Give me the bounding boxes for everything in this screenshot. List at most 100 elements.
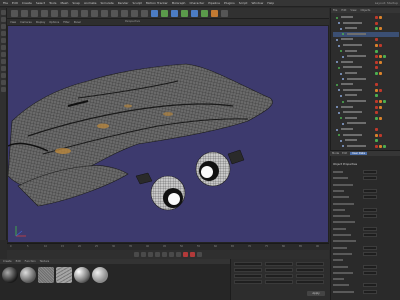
object-row[interactable] [333,60,399,65]
layout-selector[interactable]: Layout: Startup [375,1,398,5]
array-icon[interactable] [181,9,188,17]
object-tag-icon[interactable] [375,111,378,115]
object-tag-icon[interactable] [375,49,378,53]
edges-mode-icon[interactable] [1,45,6,50]
object-tag-icon[interactable] [375,55,378,59]
object-tag-icon[interactable] [379,44,382,47]
viewport-menu-view[interactable]: View [10,21,16,24]
menu-window[interactable]: Window [251,1,263,5]
object-row[interactable] [333,82,399,87]
viewport-menu-filter[interactable]: Filter [63,21,69,24]
lock-workplane-icon[interactable] [1,80,6,85]
object-row[interactable] [333,15,399,20]
previous-frame-icon[interactable] [148,252,153,257]
object-tag-icon[interactable] [375,100,378,103]
attr-tab-mode[interactable]: Mode [332,152,339,155]
object-menu-objects[interactable]: Objects [361,9,371,12]
next-frame-icon[interactable] [162,252,167,257]
size-y-field[interactable] [265,274,293,278]
menu-create[interactable]: Create [22,1,32,5]
object-tag-icon[interactable] [375,128,378,131]
object-row[interactable] [333,93,399,98]
position-x-field[interactable] [234,268,262,272]
menu-simulate[interactable]: Simulate [101,1,114,5]
menu-render[interactable]: Render [118,1,129,5]
menu-mesh[interactable]: Mesh [60,1,68,5]
snap-icon[interactable] [1,73,6,78]
object-row[interactable] [333,121,399,126]
rotation-b-field[interactable] [296,280,324,284]
object-tag-icon[interactable] [375,60,378,64]
attr-tab-user-data[interactable]: User Data [350,152,368,155]
live-selection-icon[interactable] [31,9,38,17]
pen-icon[interactable] [161,9,168,17]
material-swatch[interactable] [2,267,18,283]
menu-mograph[interactable]: MoGraph [172,1,186,5]
attribute-value-field[interactable] [363,289,377,294]
object-tag-icon[interactable] [375,44,378,47]
make-editable-icon[interactable] [1,10,6,15]
model-mode-icon[interactable] [1,17,6,22]
object-tag-icon[interactable] [379,72,382,75]
eye-object-right[interactable] [195,149,245,187]
object-tag-icon[interactable] [375,133,378,137]
floor-icon[interactable] [201,9,208,17]
object-row[interactable] [333,37,399,42]
previous-key-icon[interactable] [141,252,146,257]
wrinkled-cloth-mesh[interactable] [8,63,273,207]
menu-plugins[interactable]: Plugins [224,1,235,5]
object-row[interactable] [333,71,399,76]
attribute-value-field[interactable] [363,251,377,256]
move-icon[interactable] [41,9,48,17]
attribute-value-field[interactable] [363,270,377,275]
attribute-value-field[interactable] [363,188,377,193]
menu-snap[interactable]: Snap [72,1,80,5]
object-menu-edit[interactable]: Edit [341,9,346,12]
viewport-menu-cameras[interactable]: Cameras [20,21,32,24]
size-x-field[interactable] [265,268,293,272]
object-tag-icon[interactable] [379,60,382,64]
object-row[interactable] [333,26,399,31]
light-icon[interactable] [221,9,228,17]
menu-select[interactable]: Select [36,1,45,5]
viewport-menu-options[interactable]: Options [49,21,59,24]
size-z-field[interactable] [265,280,293,284]
coordinate-system-icon[interactable] [111,9,118,17]
object-menu-view[interactable]: View [350,9,356,12]
object-tag-icon[interactable] [383,55,386,59]
object-tag-icon[interactable] [375,94,378,98]
object-tag-icon[interactable] [375,16,378,19]
rotate-icon[interactable] [61,9,68,17]
object-row[interactable] [333,49,399,54]
deformer-icon[interactable] [191,9,198,17]
object-tag-icon[interactable] [379,100,382,103]
object-tag-icon[interactable] [375,83,378,87]
camera-icon[interactable] [211,9,218,17]
material-menu-texture[interactable]: Texture [40,260,50,263]
cube-icon[interactable] [151,9,158,17]
menu-motion-tracker[interactable]: Motion Tracker [146,1,168,5]
undo-icon[interactable] [11,9,18,17]
position-y-field[interactable] [234,274,262,278]
rotation-p-field[interactable] [296,274,324,278]
axis-mode-icon[interactable] [1,59,6,64]
scale-icon[interactable] [51,9,58,17]
workplane-icon[interactable] [1,31,6,36]
object-row[interactable] [333,138,399,143]
attribute-value-field[interactable] [363,195,377,200]
go-to-start-icon[interactable] [134,252,139,257]
y-axis-icon[interactable] [91,9,98,17]
polygons-mode-icon[interactable] [1,52,6,57]
timeline[interactable]: 0 5 10 15 20 25 30 35 40 45 50 55 60 65 … [7,243,329,250]
object-row[interactable] [333,144,399,149]
menu-pipeline[interactable]: Pipeline [208,1,220,5]
object-row[interactable] [333,65,399,70]
object-row[interactable] [333,43,399,48]
rotation-h-field[interactable] [296,268,324,272]
menu-sculpt[interactable]: Sculpt [132,1,141,5]
attribute-value-field[interactable] [363,283,377,288]
texture-mode-icon[interactable] [1,24,6,29]
material-swatch[interactable] [20,267,36,283]
object-row[interactable] [333,110,399,115]
planar-workplane-icon[interactable] [1,87,6,92]
